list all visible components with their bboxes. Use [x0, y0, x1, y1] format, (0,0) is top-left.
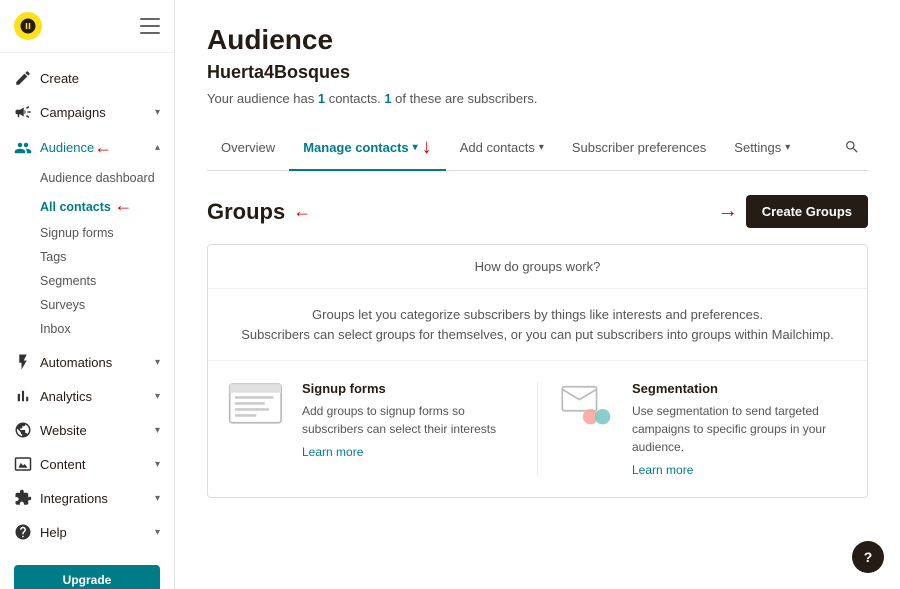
- signup-forms-learn-more[interactable]: Learn more: [302, 445, 363, 459]
- upgrade-button[interactable]: Upgrade: [14, 565, 160, 589]
- subscribers-count: 1: [384, 91, 391, 106]
- groups-description: Groups let you categorize subscribers by…: [208, 289, 867, 361]
- groups-section-header: Groups ← → Create Groups: [207, 195, 868, 228]
- segmentation-text: Segmentation Use segmentation to send ta…: [632, 381, 847, 477]
- content-chevron-icon: ▾: [155, 459, 160, 470]
- signup-forms-icon: [228, 381, 288, 441]
- tab-overview[interactable]: Overview: [207, 130, 289, 167]
- tab-manage-contacts[interactable]: Manage contacts ▾ ↓: [289, 126, 446, 171]
- audience-desc-pre: Your audience has: [207, 91, 318, 106]
- help-button[interactable]: ?: [852, 541, 884, 573]
- sidebar-item-analytics-label: Analytics: [40, 389, 92, 404]
- all-contacts-arrow: ←: [114, 195, 132, 216]
- pencil-icon: [14, 69, 32, 87]
- sidebar: Create Campaigns ▾ Audience ← ▴ Audience…: [0, 0, 175, 589]
- feature-segmentation: Segmentation Use segmentation to send ta…: [558, 381, 847, 477]
- audience-name: Huerta4Bosques: [207, 62, 868, 83]
- sidebar-item-campaigns-label: Campaigns: [40, 105, 106, 120]
- feature-divider: [537, 381, 538, 477]
- sidebar-item-website-label: Website: [40, 423, 87, 438]
- bar-chart-icon: [14, 387, 32, 405]
- automations-chevron-icon: ▾: [155, 357, 160, 368]
- sidebar-item-campaigns[interactable]: Campaigns ▾: [0, 95, 174, 129]
- segmentation-desc: Use segmentation to send targeted campai…: [632, 402, 847, 456]
- question-icon: [14, 523, 32, 541]
- sidebar-item-audience-label: Audience: [40, 140, 94, 155]
- sidebar-item-help[interactable]: Help ▾: [0, 515, 174, 549]
- sidebar-nav: Create Campaigns ▾ Audience ← ▴ Audience…: [0, 53, 174, 557]
- tab-subscriber-preferences[interactable]: Subscriber preferences: [558, 130, 720, 167]
- campaigns-chevron-icon: ▾: [155, 107, 160, 118]
- manage-contacts-down-arrow: ↓: [422, 136, 432, 159]
- add-contacts-chevron-icon: ▾: [539, 142, 544, 153]
- sub-nav-tags[interactable]: Tags: [40, 245, 174, 269]
- integrations-chevron-icon: ▾: [155, 493, 160, 504]
- sidebar-item-website[interactable]: Website ▾: [0, 413, 174, 447]
- sidebar-item-automations-label: Automations: [40, 355, 112, 370]
- sidebar-item-integrations[interactable]: Integrations ▾: [0, 481, 174, 515]
- megaphone-icon: [14, 103, 32, 121]
- sidebar-item-content-label: Content: [40, 457, 86, 472]
- website-chevron-icon: ▾: [155, 425, 160, 436]
- audience-tabs: Overview Manage contacts ▾ ↓ Add contact…: [207, 126, 868, 171]
- contacts-count: 1: [318, 91, 325, 106]
- main-content: Audience Huerta4Bosques Your audience ha…: [175, 0, 900, 589]
- tab-add-contacts[interactable]: Add contacts ▾: [446, 130, 558, 167]
- lightning-icon: [14, 353, 32, 371]
- sidebar-item-integrations-label: Integrations: [40, 491, 108, 506]
- tab-settings[interactable]: Settings ▾: [720, 130, 804, 167]
- mailchimp-logo: [14, 12, 42, 40]
- groups-info-box: How do groups work? Groups let you categ…: [207, 244, 868, 498]
- sidebar-item-analytics[interactable]: Analytics ▾: [0, 379, 174, 413]
- groups-features: Signup forms Add groups to signup forms …: [208, 361, 867, 497]
- create-groups-button[interactable]: Create Groups: [746, 195, 868, 228]
- sub-nav-dashboard[interactable]: Audience dashboard: [40, 166, 174, 190]
- sub-nav-signup-forms[interactable]: Signup forms: [40, 221, 174, 245]
- tab-search[interactable]: [836, 131, 868, 166]
- sub-nav-segments[interactable]: Segments: [40, 269, 174, 293]
- signup-forms-title: Signup forms: [302, 381, 517, 396]
- sidebar-header: [0, 0, 174, 53]
- sidebar-item-audience[interactable]: Audience ← ▴: [0, 129, 174, 166]
- sidebar-item-create[interactable]: Create: [0, 61, 174, 95]
- sub-nav-inbox[interactable]: Inbox: [40, 317, 174, 341]
- audience-desc-mid: contacts.: [325, 91, 384, 106]
- manage-contacts-chevron-icon: ▾: [413, 142, 418, 153]
- puzzle-icon: [14, 489, 32, 507]
- create-groups-right-arrow: →: [718, 200, 738, 223]
- signup-forms-text: Signup forms Add groups to signup forms …: [302, 381, 517, 459]
- audience-chevron-icon: ▴: [155, 142, 160, 153]
- image-icon: [14, 455, 32, 473]
- audience-sub-nav: Audience dashboard All contacts ← Signup…: [0, 166, 174, 345]
- sidebar-item-create-label: Create: [40, 71, 79, 86]
- sidebar-toggle[interactable]: [140, 18, 160, 34]
- globe-icon: [14, 421, 32, 439]
- segmentation-icon: [558, 381, 618, 441]
- page-title: Audience: [207, 24, 868, 56]
- feature-signup-forms: Signup forms Add groups to signup forms …: [228, 381, 517, 477]
- audience-description: Your audience has 1 contacts. 1 of these…: [207, 91, 868, 106]
- audience-arrow: ←: [94, 137, 112, 158]
- groups-title: Groups ←: [207, 199, 311, 225]
- analytics-chevron-icon: ▾: [155, 391, 160, 402]
- sidebar-item-automations[interactable]: Automations ▾: [0, 345, 174, 379]
- groups-left-arrow: ←: [293, 201, 311, 222]
- segmentation-learn-more[interactable]: Learn more: [632, 463, 693, 477]
- help-chevron-icon: ▾: [155, 527, 160, 538]
- people-icon: [14, 139, 32, 157]
- segmentation-title: Segmentation: [632, 381, 847, 396]
- sub-nav-surveys[interactable]: Surveys: [40, 293, 174, 317]
- sidebar-item-content[interactable]: Content ▾: [0, 447, 174, 481]
- signup-forms-desc: Add groups to signup forms so subscriber…: [302, 402, 517, 438]
- audience-desc-post: of these are subscribers.: [392, 91, 538, 106]
- groups-how-it-works: How do groups work?: [208, 245, 867, 289]
- sub-nav-all-contacts[interactable]: All contacts ←: [40, 190, 174, 221]
- settings-chevron-icon: ▾: [785, 142, 790, 153]
- sidebar-item-help-label: Help: [40, 525, 67, 540]
